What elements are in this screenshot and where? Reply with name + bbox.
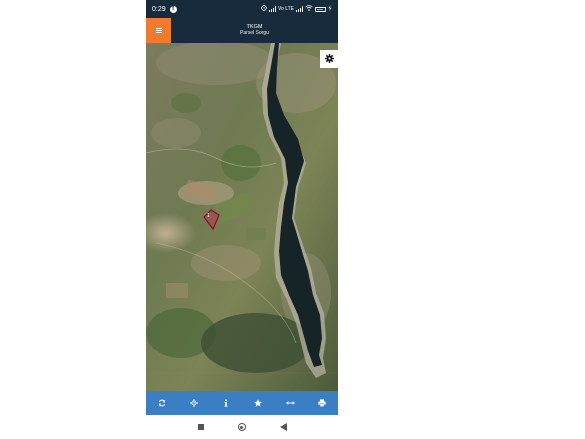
recents-icon[interactable] — [197, 424, 204, 430]
battery-icon — [315, 6, 326, 12]
app-bar: TKGM Parsel Sorgu — [146, 18, 338, 43]
status-time: 0:29 — [152, 5, 166, 13]
locate-button[interactable] — [186, 395, 202, 411]
print-icon — [318, 394, 326, 412]
menu-button[interactable] — [146, 18, 171, 43]
back-icon[interactable] — [279, 418, 287, 436]
system-nav-bar — [146, 415, 338, 439]
info-icon — [222, 394, 230, 412]
charging-icon — [328, 5, 332, 13]
crosshair-icon — [190, 394, 198, 412]
facebook-icon: f — [169, 5, 177, 13]
signal-icon-2 — [296, 6, 303, 12]
alarm-icon — [261, 5, 267, 13]
app-subtitle: Parsel Sorgu — [240, 29, 269, 36]
network-type: Vo LTE — [277, 6, 294, 12]
gear-icon — [324, 50, 334, 68]
hamburger-icon — [155, 28, 162, 33]
refresh-button[interactable] — [154, 395, 170, 411]
print-button[interactable] — [314, 395, 330, 411]
status-icons: Vo LTE — [261, 5, 332, 13]
signal-icon — [268, 6, 276, 12]
parcel-marker[interactable]: 1 — [201, 209, 221, 231]
home-icon[interactable] — [237, 423, 246, 431]
settings-button[interactable] — [320, 50, 338, 68]
parcel-label: 1 — [207, 213, 210, 219]
measure-icon — [285, 394, 295, 412]
favorite-button[interactable] — [250, 395, 266, 411]
parcel-polygon — [203, 209, 220, 231]
info-button[interactable] — [218, 395, 234, 411]
refresh-icon — [158, 394, 166, 412]
phone-screen: 0:29 f Vo LTE TKGM Parsel Sorgu 1 — [146, 0, 338, 439]
star-icon — [254, 394, 262, 412]
satellite-imagery — [146, 43, 338, 391]
satellite-map[interactable]: 1 — [146, 43, 338, 391]
app-titles: TKGM Parsel Sorgu — [171, 18, 338, 43]
bottom-toolbar — [146, 391, 338, 415]
wifi-icon — [305, 5, 313, 13]
status-bar: 0:29 f Vo LTE — [146, 0, 338, 18]
measure-button[interactable] — [282, 395, 298, 411]
